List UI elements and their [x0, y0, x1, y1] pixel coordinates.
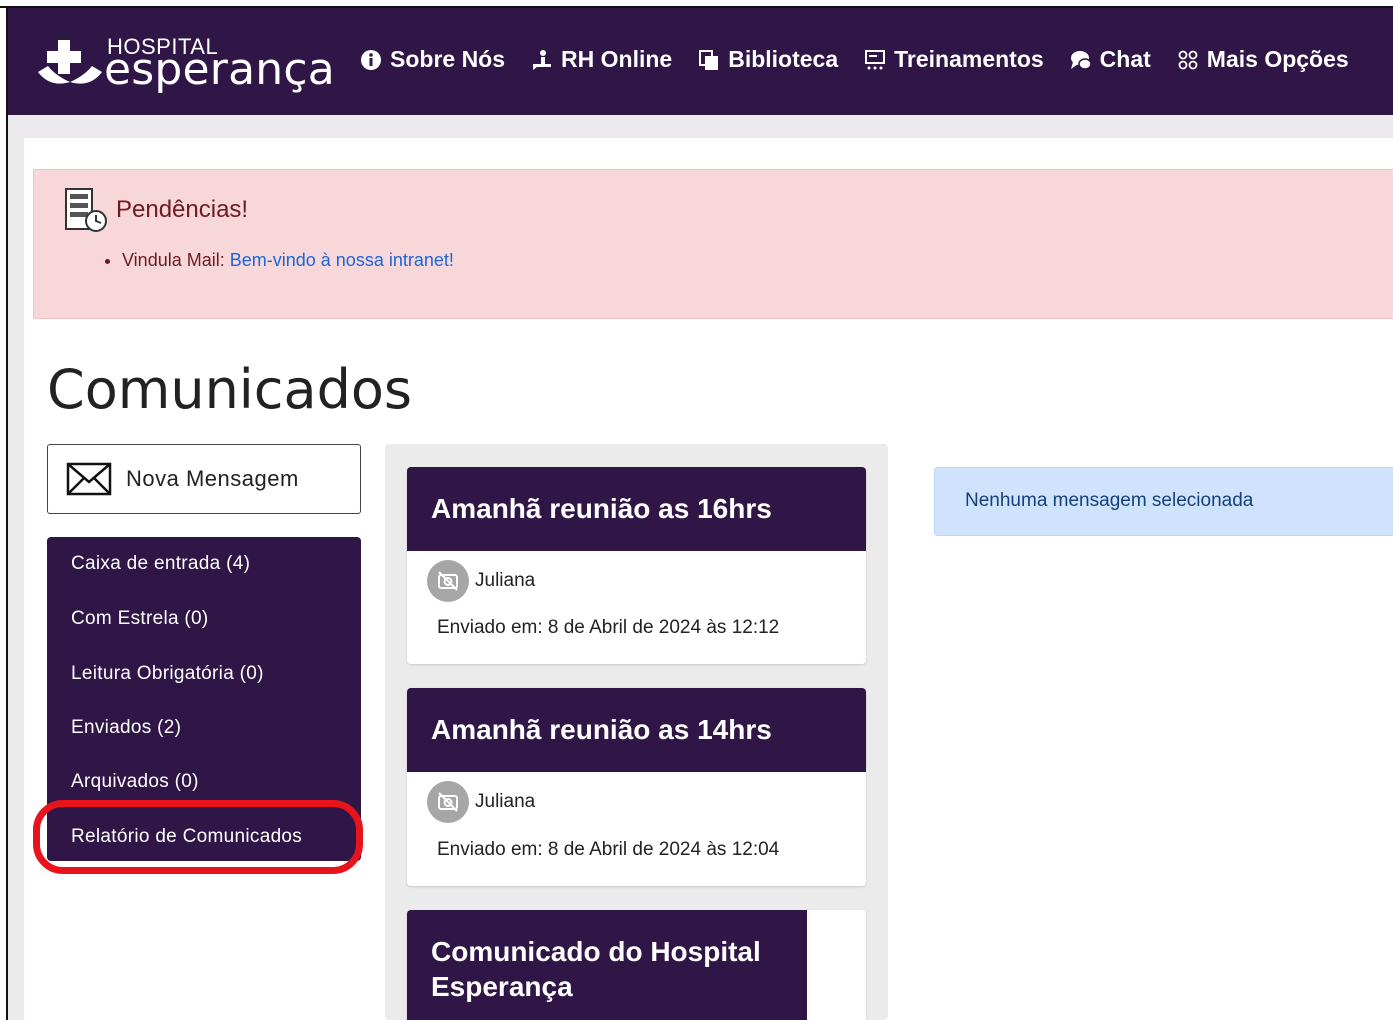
new-message-button[interactable]: Nova Mensagem: [47, 444, 361, 514]
top-navbar: HOSPITAL esperança Sobre Nós RH Online B…: [8, 8, 1393, 115]
new-message-label: Nova Mensagem: [126, 466, 299, 491]
nav-treinamentos[interactable]: Treinamentos: [864, 46, 1044, 73]
alert-title: Pendências!: [116, 196, 249, 223]
envelope-icon: [66, 462, 112, 496]
page-title: Comunicados: [47, 358, 413, 421]
folder-required-reading[interactable]: Leitura Obrigatória (0): [71, 663, 264, 685]
no-photo-icon: [438, 792, 458, 812]
message-title: Comunicado do Hospital Esperança: [407, 910, 807, 1020]
cross-hands-logo-icon: [38, 40, 102, 84]
folder-archived[interactable]: Arquivados (0): [71, 771, 199, 793]
alert-list: Vindula Mail: Bem-vindo à nossa intranet…: [94, 250, 454, 271]
no-photo-icon: [438, 571, 458, 591]
avatar: [427, 560, 469, 602]
nav-chat[interactable]: Chat: [1070, 46, 1151, 73]
server-clock-icon: [65, 188, 107, 232]
content-top-band: [8, 115, 1393, 138]
hospital-logo[interactable]: HOSPITAL esperança: [36, 32, 335, 92]
folder-sent[interactable]: Enviados (2): [71, 717, 181, 739]
no-message-selected-box: Nenhuma mensagem selecionada: [934, 467, 1393, 536]
logo-text-esperanca: esperança: [104, 44, 335, 95]
grid-icon: [1178, 50, 1198, 69]
message-card[interactable]: Amanhã reunião as 16hrs Juliana Enviado …: [407, 467, 866, 664]
alert-item-prefix: Vindula Mail:: [122, 250, 225, 270]
alert-item: Vindula Mail: Bem-vindo à nossa intranet…: [122, 250, 454, 271]
person-hand-icon: [533, 49, 552, 70]
message-title: Amanhã reunião as 16hrs: [407, 467, 866, 551]
nav-biblioteca[interactable]: Biblioteca: [698, 46, 838, 73]
empty-state-text: Nenhuma mensagem selecionada: [965, 490, 1254, 511]
folder-report[interactable]: Relatório de Comunicados: [71, 826, 302, 848]
avatar: [427, 781, 469, 823]
nav-sobre-nos[interactable]: Sobre Nós: [360, 46, 505, 73]
message-card[interactable]: Comunicado do Hospital Esperança: [407, 910, 866, 1020]
nav-label: Chat: [1099, 46, 1151, 72]
message-title: Amanhã reunião as 14hrs: [407, 688, 866, 772]
message-date: Enviado em: 8 de Abril de 2024 às 12:04: [437, 839, 780, 860]
message-sender: Juliana: [427, 781, 535, 823]
info-icon: [361, 49, 381, 70]
main-menu: Sobre Nós RH Online Biblioteca Treinamen…: [360, 46, 1349, 73]
nav-label: Mais Opções: [1206, 46, 1349, 72]
pending-alert: Pendências! Vindula Mail: Bem-vindo à no…: [33, 169, 1393, 319]
folder-starred[interactable]: Com Estrela (0): [71, 608, 209, 630]
nav-mais-opcoes[interactable]: Mais Opções: [1177, 46, 1349, 73]
copy-icon: [699, 49, 719, 70]
nav-label: Treinamentos: [894, 46, 1044, 72]
content-left-band: [8, 115, 24, 1020]
message-sender: Juliana: [427, 560, 535, 602]
folder-list: Caixa de entrada (4) Com Estrela (0) Lei…: [47, 537, 361, 861]
nav-label: RH Online: [561, 46, 673, 72]
sender-name: Juliana: [475, 791, 536, 812]
nav-label: Sobre Nós: [390, 46, 506, 72]
sender-name: Juliana: [475, 570, 536, 591]
message-date: Enviado em: 8 de Abril de 2024 às 12:12: [437, 617, 780, 638]
nav-label: Biblioteca: [728, 46, 839, 72]
folder-inbox[interactable]: Caixa de entrada (4): [71, 553, 250, 575]
message-card[interactable]: Amanhã reunião as 14hrs Juliana Enviado …: [407, 688, 866, 886]
welcome-link[interactable]: Bem-vindo à nossa intranet!: [230, 250, 454, 270]
presentation-icon: [865, 49, 886, 69]
chat-icon: [1070, 50, 1092, 70]
nav-rh-online[interactable]: RH Online: [531, 46, 672, 73]
